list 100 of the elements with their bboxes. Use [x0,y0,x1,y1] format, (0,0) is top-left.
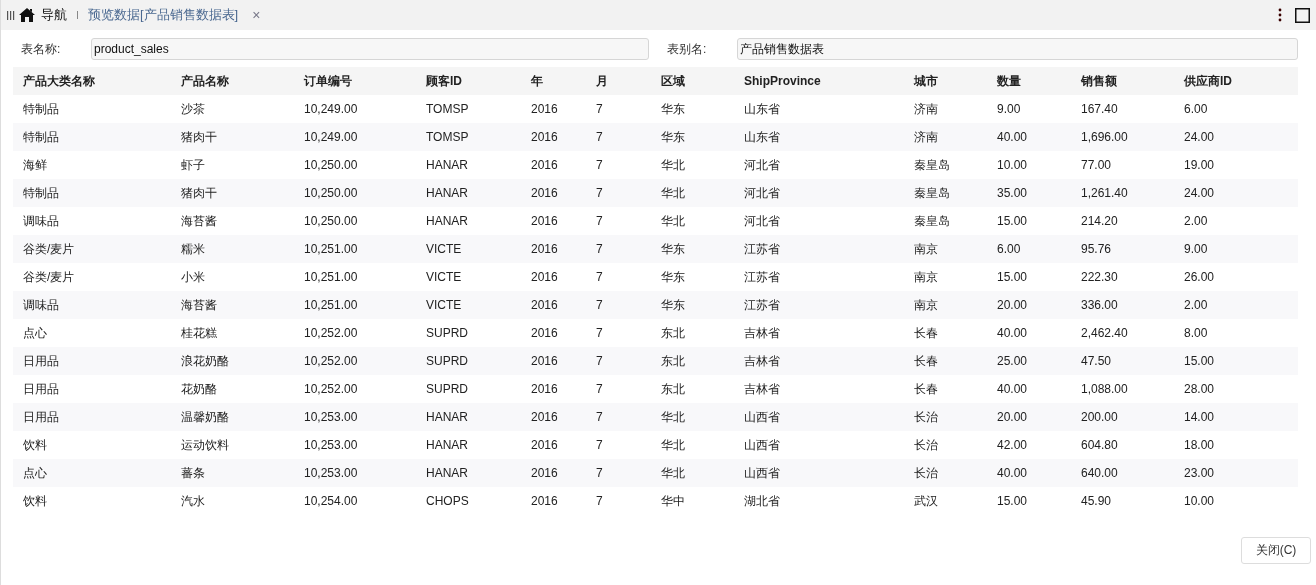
table-cell-text: 10,253.00 [304,466,359,480]
table-cell-text: 湖北省 [744,492,781,510]
table-cell-text: 10,253.00 [304,438,359,452]
column-header: 订单编号 [304,72,353,90]
table-cell-text: 18.00 [1184,438,1216,452]
close-icon[interactable]: × [252,7,261,23]
table-cell-text: 运动饮料 [181,436,230,454]
table-cell-text: 花奶酪 [181,380,218,398]
home-icon [19,8,35,22]
table-cell-text: 蕃条 [181,464,206,482]
field-label: 表别名: [667,40,708,58]
table-cell-text: 河北省 [744,156,781,174]
table-cell-text: VICTE [426,270,463,284]
tab[interactable]: 预览数据[产品销售数据表] [88,6,239,24]
table-cell-text: 95.76 [1081,242,1113,256]
table-cell-text: 19.00 [1184,158,1216,172]
table-cell-text: 海苔酱 [181,296,218,314]
table-cell-text: 40.00 [997,382,1029,396]
table-cell-text: SUPRD [426,382,469,396]
table-cell-text: 2016 [531,466,559,480]
table-cell-text: 小米 [181,268,206,286]
table-cell-text: 谷类/麦片 [23,240,76,258]
table-cell-text: 华北 [661,184,686,202]
table-cell-text: 2.00 [1184,214,1209,228]
table-cell-text: 江苏省 [744,296,781,314]
table-cell-text: 华东 [661,296,686,314]
table-cell-text: 1,261.40 [1081,186,1129,200]
table-cell-text: 特制品 [23,100,60,118]
table-cell-text: 10,254.00 [304,494,359,508]
table-cell-text: 2016 [531,158,559,172]
table-cell-text: 7 [596,326,604,340]
table-cell-text: 2016 [531,410,559,424]
table-cell-text: 10,251.00 [304,270,359,284]
table-cell-text: 7 [596,354,604,368]
table-cell-text: 10,253.00 [304,410,359,424]
column-header: 城市 [914,72,939,90]
table-cell-text: 24.00 [1184,130,1216,144]
table-cell-text: 2016 [531,130,559,144]
drag-handle-icon[interactable] [7,10,15,20]
table-cell-text: 长治 [914,436,939,454]
table-cell-text: 沙茶 [181,100,206,118]
column-header: 产品名称 [181,72,230,90]
table-cell-text: 日用品 [23,408,60,426]
table-cell-text: 温馨奶酪 [181,408,230,426]
table-cell-text: TOMSP [426,102,470,116]
table-cell-text: 7 [596,466,604,480]
table-cell-text: 吉林省 [744,352,781,370]
input-field[interactable]: product_sales [91,38,649,60]
table-cell-text: 华北 [661,156,686,174]
table-cell-text: VICTE [426,298,463,312]
maximize-icon[interactable] [1295,7,1310,23]
table-cell-text: 45.90 [1081,494,1113,508]
table-cell-text: 山西省 [744,464,781,482]
table-cell-text: 7 [596,382,604,396]
table-cell-text: 点心 [23,324,48,342]
table-cell-text: 猪肉干 [181,128,218,146]
table-cell-text: 200.00 [1081,410,1119,424]
table-cell-text: 40.00 [997,130,1029,144]
table-cell-text: 640.00 [1081,466,1119,480]
table-cell-text: 8.00 [1184,326,1209,340]
table-cell-text: 江苏省 [744,240,781,258]
table-cell-text: 虾子 [181,156,206,174]
table-cell-text: 点心 [23,464,48,482]
table-cell-text: 山西省 [744,436,781,454]
column-header: 年 [531,72,544,90]
table-cell-text: 东北 [661,324,686,342]
table-cell-text: 特制品 [23,128,60,146]
table-cell-text: 谷类/麦片 [23,268,76,286]
table-cell-text: 42.00 [997,438,1029,452]
table-cell-text: 特制品 [23,184,60,202]
tab[interactable]: 导航 [41,6,67,24]
table-cell-text: 江苏省 [744,268,781,286]
table-cell-text: 20.00 [997,298,1029,312]
table-cell-text: 10,250.00 [304,186,359,200]
table-cell-text: 华东 [661,100,686,118]
table-cell-text: 10,252.00 [304,382,359,396]
input-field[interactable]: 产品销售数据表 [737,38,1298,60]
table-cell-text: 海鲜 [23,156,48,174]
table-cell-text: 336.00 [1081,298,1119,312]
close-button[interactable]: 关闭(C) [1241,537,1311,564]
table-cell-text: 10.00 [1184,494,1216,508]
table-cell-text: 26.00 [1184,270,1216,284]
table-cell-text: 桂花糕 [181,324,218,342]
table-cell-text: 济南 [914,100,939,118]
table-cell-text: 7 [596,494,604,508]
table-cell-text: 长春 [914,352,939,370]
table-cell-text: 7 [596,102,604,116]
column-header: 产品大类名称 [23,72,96,90]
table-cell-text: 济南 [914,128,939,146]
table-cell-text: 15.00 [997,214,1029,228]
table-cell-text: 10,251.00 [304,298,359,312]
table-cell-text: 7 [596,214,604,228]
more-options-icon[interactable] [1278,8,1282,22]
table-cell-text: 华东 [661,128,686,146]
table-cell-text: 河北省 [744,184,781,202]
table-cell-text: 15.00 [997,494,1029,508]
field-label: 表名称: [21,40,62,58]
table-cell-text: 2016 [531,102,559,116]
table-cell-text: 28.00 [1184,382,1216,396]
table-cell-text: 1,696.00 [1081,130,1129,144]
